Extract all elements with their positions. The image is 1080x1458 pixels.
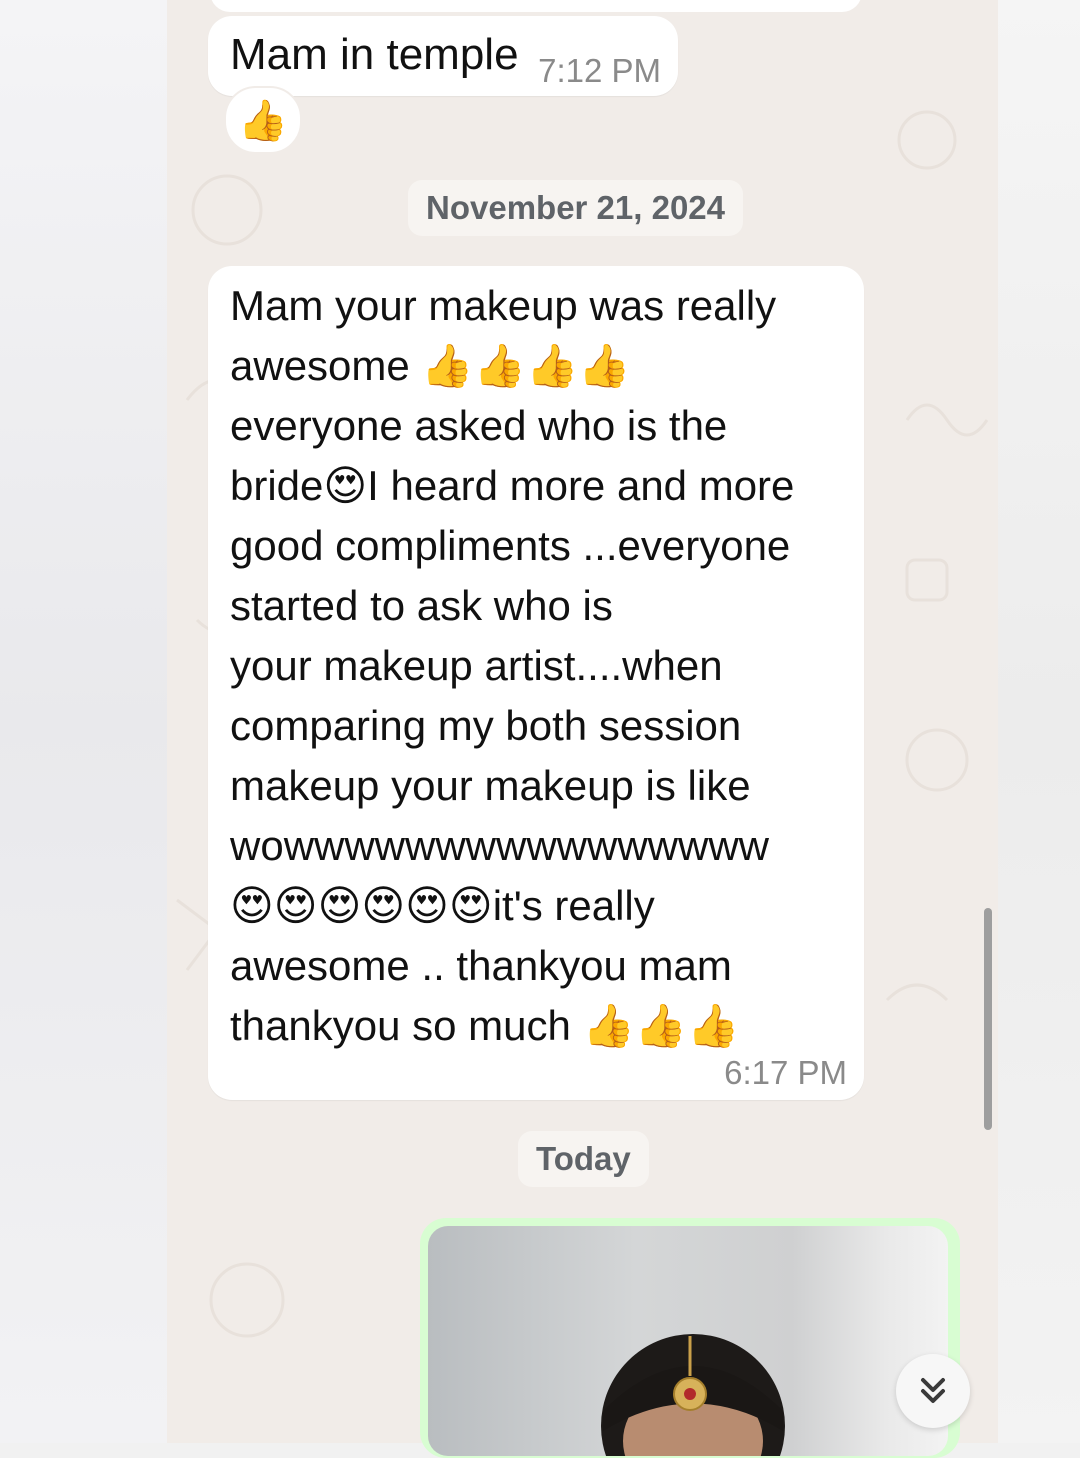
message-line: good compliments ...everyone <box>230 522 791 569</box>
message-line: comparing my both session <box>230 702 742 749</box>
date-separator: November 21, 2024 <box>408 180 744 236</box>
right-backdrop <box>998 0 1080 1443</box>
reaction-emoji: 👍 <box>238 98 288 143</box>
thumbs-up-icon[interactable]: 👍 <box>224 86 302 154</box>
message-line: awesome 👍👍👍👍 <box>230 342 631 389</box>
message-line: awesome .. thankyou mam <box>230 942 732 989</box>
message-text: Mam in temple <box>230 30 519 79</box>
message-line: started to ask who is <box>230 582 613 629</box>
message-line: your makeup artist....when <box>230 642 723 689</box>
message-line: thankyou so much 👍👍👍 <box>230 1002 740 1049</box>
double-chevron-down-icon <box>921 1378 945 1403</box>
shared-photo[interactable] <box>428 1226 948 1456</box>
left-backdrop <box>0 0 167 1443</box>
previous-message-bubble <box>210 0 862 12</box>
scrollbar-thumb[interactable] <box>984 908 992 1130</box>
message-line: makeup your makeup is like <box>230 762 751 809</box>
date-separator-today: Today <box>518 1131 649 1187</box>
message-line: bride😍I heard more and more <box>230 462 795 509</box>
message-line: wowwwwwwwwwwwwwwww <box>230 822 769 869</box>
message-bubble-incoming[interactable]: Mam your makeup was really awesome 👍👍👍👍 … <box>208 266 864 1100</box>
message-timestamp: 7:12 PM <box>538 52 661 89</box>
message-line: Mam your makeup was really <box>230 282 777 329</box>
message-bubble-incoming[interactable]: Mam in temple 7:12 PM <box>208 16 678 96</box>
photo-content <box>601 1334 785 1456</box>
message-timestamp: 6:17 PM <box>724 1054 847 1091</box>
message-text: Mam your makeup was really awesome 👍👍👍👍 … <box>230 276 850 1056</box>
message-line: everyone asked who is the <box>230 402 728 449</box>
scroll-to-bottom-button[interactable] <box>896 1354 970 1428</box>
message-line: 😍😍😍😍😍😍it's really <box>230 882 655 929</box>
